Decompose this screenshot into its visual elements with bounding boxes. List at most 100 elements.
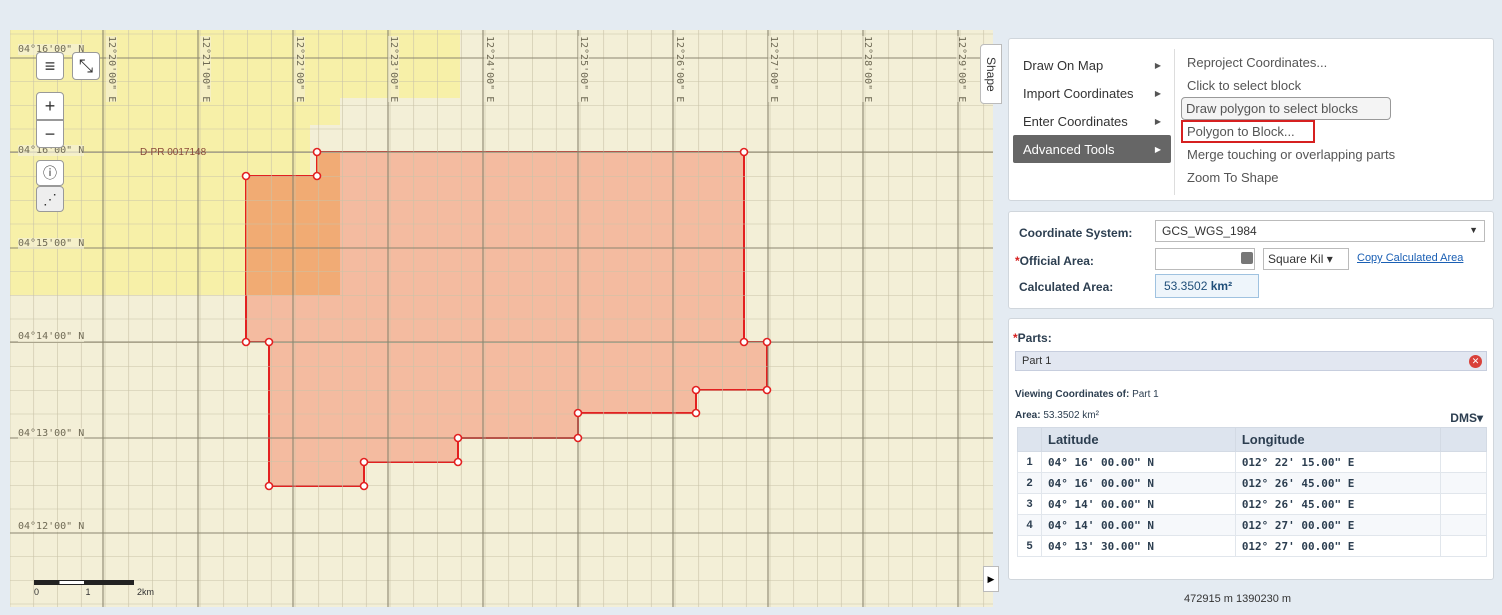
zoom-out-button[interactable]: − [36,120,64,148]
polygon-vertex-handle[interactable] [264,337,274,347]
coordinate-system-label: Coordinate System: [1019,226,1133,240]
coordinate-format-dropdown[interactable]: DMS▾ [1450,411,1483,425]
submenu-zoom-to-shape[interactable]: Zoom To Shape [1183,166,1395,189]
polygon-vertex-handle[interactable] [762,385,772,395]
table-header-extra [1440,427,1487,452]
polygon-vertex-handle[interactable] [264,481,274,491]
latitude-cell[interactable]: 04° 13' 30.00" N [1041,535,1236,557]
submenu-arrow-icon: ▶ [1154,60,1161,70]
coordinate-system-select[interactable]: GCS_WGS_1984 ▼ [1155,220,1485,242]
parts-title-text: Parts: [1017,331,1052,345]
shape-panel-tab[interactable]: Shape [980,44,1002,104]
menu-item-label: Import Coordinates [1023,85,1134,101]
part-list-item[interactable]: Part 1 ✕ [1015,351,1487,371]
coordinates-table: Latitude Longitude 1 04° 16' 00.00" N 012°… [1017,427,1487,557]
table-row[interactable]: 2 04° 16' 00.00" N 012° 26' 45.00" E [1017,472,1487,494]
viewing-coordinates-line: Viewing Coordinates of: Part 1 [1015,389,1159,400]
latitude-cell[interactable]: 04° 14' 00.00" N [1041,493,1236,515]
identify-button[interactable]: ⓘ [36,160,64,186]
fullscreen-button[interactable]: ⤡ [72,52,100,80]
polygon-vertex-handle[interactable] [241,337,251,347]
select-tool-button[interactable]: ⋰ [36,186,64,212]
lon-label: 12°26'00" E [674,36,685,103]
polygon-vertex-handle[interactable] [453,457,463,467]
lat-label: 04°14'00" N [18,331,85,342]
lon-label: 12°28'00" E [862,36,873,103]
menu-item-import-coordinates[interactable]: Import Coordinates ▶ [1013,79,1171,107]
row-extra-cell [1440,535,1487,557]
lon-label: 12°23'00" E [388,36,399,103]
menu-item-enter-coordinates[interactable]: Enter Coordinates ▶ [1013,107,1171,135]
calculated-area-label: Calculated Area: [1019,280,1114,294]
polygon-vertex-handle[interactable] [453,433,463,443]
table-row[interactable]: 3 04° 14' 00.00" N 012° 26' 45.00" E [1017,493,1487,515]
calculated-area-number: 53.3502 [1164,279,1208,293]
longitude-cell[interactable]: 012° 26' 45.00" E [1234,472,1442,494]
dropdown-arrow-icon: ▼ [1469,225,1478,235]
polygon-vertex-handle[interactable] [573,433,583,443]
row-extra-cell [1440,514,1487,536]
parts-panel: *Parts: Part 1 ✕ Viewing Coordinates of:… [1008,318,1494,580]
polygon-vertex-handle[interactable] [241,171,251,181]
latitude-cell[interactable]: 04° 16' 00.00" N [1041,472,1236,494]
official-area-text: Official Area: [1019,254,1094,268]
submenu-polygon-to-block[interactable]: Polygon to Block... [1181,120,1315,143]
polygon-vertex-handle[interactable] [691,408,701,418]
polygon-vertex-handle[interactable] [312,147,322,157]
row-extra-cell [1440,472,1487,494]
submenu-arrow-icon: ▶ [1154,144,1161,154]
polygon-vertex-handle[interactable] [762,337,772,347]
polygon-vertex-handle[interactable] [359,457,369,467]
advanced-tools-submenu: Reproject Coordinates... Click to select… [1181,51,1395,189]
submenu-arrow-icon: ▶ [1154,88,1161,98]
map-canvas[interactable]: 04°16'00" N 04°16'00" N 04°15'00" N 04°1… [10,30,993,607]
submenu-click-select-block[interactable]: Click to select block [1183,74,1395,97]
latitude-cell[interactable]: 04° 14' 00.00" N [1041,514,1236,536]
layer-menu-button[interactable]: ≡ [36,52,64,80]
official-area-label: *Official Area: [1015,254,1094,268]
submenu-draw-polygon-select-blocks[interactable]: Draw polygon to select blocks [1181,97,1391,120]
polygon-vertex-handle[interactable] [691,385,701,395]
row-number: 5 [1017,535,1042,557]
longitude-cell[interactable]: 012° 22' 15.00" E [1234,451,1442,473]
zoom-in-button[interactable]: + [36,92,64,120]
menu-item-advanced-tools[interactable]: Advanced Tools ▶ [1013,135,1171,163]
calculator-icon[interactable] [1241,252,1253,264]
polygon-vertex-handle[interactable] [739,337,749,347]
area-value: 53.3502 km² [1043,410,1099,421]
row-number: 3 [1017,493,1042,515]
table-header-longitude: Longitude [1234,427,1442,452]
table-header-latitude: Latitude [1041,427,1236,452]
collapse-panel-button[interactable]: ▶ [983,566,999,592]
submenu-merge-parts[interactable]: Merge touching or overlapping parts [1183,143,1395,166]
calculated-area-value: 53.3502 km² [1155,274,1259,298]
menu-icon: ≡ [44,55,56,76]
copy-calculated-area-link[interactable]: Copy Calculated Area [1357,252,1463,264]
area-unit-select[interactable]: Square Kil ▾ [1263,248,1349,270]
table-row[interactable]: 5 04° 13' 30.00" N 012° 27' 00.00" E [1017,535,1487,557]
lon-label: 12°21'00" E [200,36,211,103]
longitude-cell[interactable]: 012° 27' 00.00" E [1234,535,1442,557]
table-row[interactable]: 1 04° 16' 00.00" N 012° 22' 15.00" E [1017,451,1487,473]
latitude-cell[interactable]: 04° 16' 00.00" N [1041,451,1236,473]
cursor-position-readout: 472915 m 1390230 m [1184,593,1292,605]
chevron-right-icon: ▶ [987,573,995,584]
top-bar [0,0,1502,30]
block-label: D-PR 0017148 [140,147,207,158]
remove-part-icon[interactable]: ✕ [1469,355,1482,368]
parts-title: *Parts: [1013,331,1052,345]
polygon-vertex-handle[interactable] [573,408,583,418]
polygon-vertex-handle[interactable] [359,481,369,491]
select-vertices-icon: ⋰ [43,190,57,207]
lon-label: 12°25'00" E [578,36,589,103]
official-area-input[interactable] [1155,248,1255,270]
viewing-value: Part 1 [1132,389,1159,400]
submenu-reproject-coordinates[interactable]: Reproject Coordinates... [1183,51,1395,74]
polygon-vertex-handle[interactable] [739,147,749,157]
longitude-cell[interactable]: 012° 26' 45.00" E [1234,493,1442,515]
table-row[interactable]: 4 04° 14' 00.00" N 012° 27' 00.00" E [1017,514,1487,536]
longitude-cell[interactable]: 012° 27' 00.00" E [1234,514,1442,536]
polygon-vertex-handle[interactable] [312,171,322,181]
lat-label: 04°15'00" N [18,238,85,249]
menu-item-draw-on-map[interactable]: Draw On Map ▶ [1013,51,1171,79]
